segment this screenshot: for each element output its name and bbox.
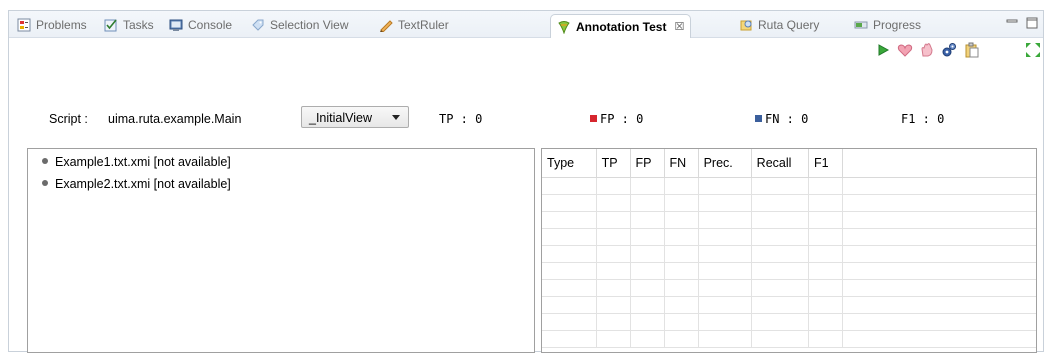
- hand-icon[interactable]: [919, 42, 935, 58]
- table-row: [542, 330, 1036, 348]
- fp-label: FP : 0: [590, 112, 643, 126]
- tab-progress[interactable]: Progress: [854, 14, 921, 36]
- column-header-tp[interactable]: TP: [596, 149, 631, 178]
- tab-label: TextRuler: [398, 18, 449, 32]
- tab-annotation-test[interactable]: Annotation Test ☒: [550, 14, 692, 38]
- tp-label: TP : 0: [439, 112, 482, 126]
- table-row: [542, 245, 1036, 263]
- tab-label: Ruta Query: [758, 18, 820, 32]
- bullet-icon: [42, 180, 48, 186]
- tab-selection-view[interactable]: Selection View: [251, 14, 349, 36]
- table-row: [542, 228, 1036, 246]
- chevron-down-icon: [392, 115, 400, 120]
- table-row: [542, 296, 1036, 314]
- table-header-row: Type TP FP FN Prec. Recall F1: [542, 149, 1036, 178]
- table-row: [542, 313, 1036, 331]
- tp-label-text: TP :: [439, 112, 468, 126]
- tab-tasks[interactable]: Tasks: [104, 14, 154, 36]
- console-icon: [169, 19, 183, 31]
- selection-view-icon: [252, 19, 264, 31]
- fp-marker-icon: [590, 115, 597, 122]
- tab-label: Tasks: [123, 18, 154, 32]
- list-item[interactable]: Example2.txt.xmi [not available]: [42, 177, 231, 191]
- tab-label: Selection View: [270, 18, 349, 32]
- heart-icon[interactable]: [897, 42, 913, 58]
- f1-label-text: F1 :: [901, 112, 930, 126]
- table-body: [542, 177, 1036, 348]
- column-header-precision[interactable]: Prec.: [698, 149, 752, 178]
- fn-label-text: FN :: [765, 112, 794, 126]
- script-name: uima.ruta.example.Main: [108, 112, 242, 126]
- clipboard-icon[interactable]: [964, 42, 980, 58]
- tasks-icon: [104, 19, 117, 32]
- column-header-filler: [842, 149, 1036, 178]
- textruler-icon: [380, 20, 393, 32]
- close-tab-icon[interactable]: ☒: [674, 20, 684, 33]
- table-row: [542, 262, 1036, 280]
- run-icon[interactable]: [875, 42, 891, 58]
- fp-label-text: FP :: [600, 112, 629, 126]
- tab-problems[interactable]: Problems: [17, 14, 87, 36]
- table-row: [542, 194, 1036, 212]
- tab-console[interactable]: Console: [169, 14, 232, 36]
- fn-label: FN : 0: [755, 112, 808, 126]
- column-header-f1[interactable]: F1: [808, 149, 843, 178]
- view-tab-bar: Problems Tasks Console Selection View Te…: [9, 11, 1043, 38]
- tab-label: Annotation Test: [576, 19, 667, 34]
- statistics-table-panel: Type TP FP FN Prec. Recall F1: [541, 148, 1037, 353]
- file-name: Example2.txt.xmi [not available]: [55, 177, 231, 191]
- tp-value: 0: [475, 112, 483, 126]
- expand-icon[interactable]: [1025, 42, 1041, 58]
- tab-textruler[interactable]: TextRuler: [379, 14, 449, 36]
- file-name: Example1.txt.xmi [not available]: [55, 155, 231, 169]
- view-select[interactable]: _InitialView: [301, 106, 409, 128]
- column-header-fn[interactable]: FN: [664, 149, 699, 178]
- test-file-list[interactable]: Example1.txt.xmi [not available] Example…: [27, 148, 535, 353]
- f1-label: F1 : 0: [901, 112, 944, 126]
- tab-label: Console: [188, 18, 233, 32]
- column-header-recall[interactable]: Recall: [751, 149, 809, 178]
- gears-icon[interactable]: [941, 42, 957, 58]
- tab-label: Problems: [36, 18, 87, 32]
- minimize-icon[interactable]: [1005, 17, 1019, 29]
- view-select-value: _InitialView: [309, 111, 373, 125]
- problems-icon: [17, 18, 31, 32]
- annotation-test-icon: [558, 20, 570, 34]
- fn-value: 0: [801, 112, 809, 126]
- table-row: [542, 177, 1036, 195]
- table-row: [542, 211, 1036, 229]
- tab-ruta-query[interactable]: Ruta Query: [739, 14, 819, 36]
- maximize-icon[interactable]: [1025, 17, 1039, 29]
- fn-marker-icon: [755, 115, 762, 122]
- f1-value: 0: [937, 112, 945, 126]
- script-label: Script :: [49, 112, 88, 126]
- column-header-fp[interactable]: FP: [630, 149, 665, 178]
- list-item[interactable]: Example1.txt.xmi [not available]: [42, 155, 231, 169]
- fp-value: 0: [636, 112, 644, 126]
- annotation-test-view: Problems Tasks Console Selection View Te…: [8, 10, 1044, 353]
- column-header-type[interactable]: Type: [542, 149, 597, 178]
- bullet-icon: [42, 158, 48, 164]
- progress-icon: [854, 21, 868, 29]
- ruta-query-icon: [740, 20, 752, 31]
- table-row: [542, 279, 1036, 297]
- tab-label: Progress: [873, 18, 922, 32]
- statistics-table: Type TP FP FN Prec. Recall F1: [542, 149, 1036, 348]
